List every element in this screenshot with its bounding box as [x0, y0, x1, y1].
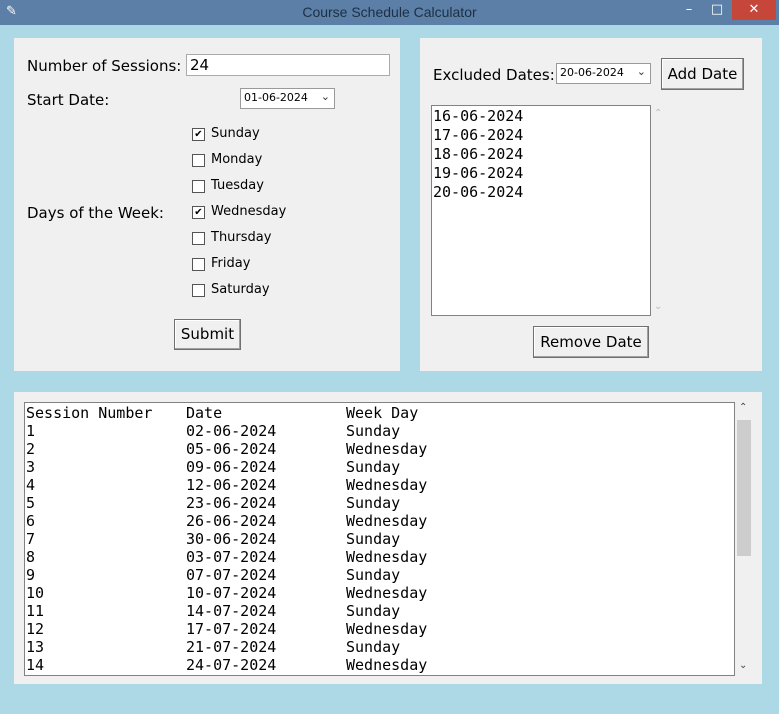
- session-number-cell: 14: [26, 656, 45, 674]
- excluded-dates-items: 16-06-2024 17-06-2024 18-06-2024 19-06-2024…: [433, 107, 649, 202]
- day-label: Saturday: [211, 282, 270, 297]
- excluded-date-item[interactable]: 17-06-2024: [433, 126, 649, 145]
- scroll-down-icon[interactable]: ⌄: [654, 301, 662, 312]
- week-day-cell: Sunday: [346, 530, 401, 548]
- close-button[interactable]: ✕: [732, 0, 776, 20]
- week-day-cell: Sunday: [346, 422, 401, 440]
- day-label: Wednesday: [211, 204, 287, 219]
- date-cell: 24-07-2024: [186, 656, 277, 674]
- day-label: Friday: [211, 256, 251, 271]
- header-date: Date: [186, 404, 223, 422]
- session-number-cell: 8: [26, 548, 36, 566]
- maximize-button[interactable]: □: [704, 0, 730, 20]
- session-number-cell: 10: [26, 584, 45, 602]
- submit-button[interactable]: Submit: [174, 319, 241, 350]
- checkbox-icon[interactable]: ✔: [192, 128, 205, 141]
- week-day-cell: Wednesday: [346, 548, 428, 566]
- checkbox-icon[interactable]: [192, 180, 205, 193]
- excluded-date-item[interactable]: 18-06-2024: [433, 145, 649, 164]
- chevron-down-icon: ⌄: [320, 90, 330, 103]
- checkbox-icon[interactable]: [192, 258, 205, 271]
- checkbox-icon[interactable]: [192, 154, 205, 167]
- chevron-down-icon: ⌄: [636, 65, 646, 78]
- date-cell: 05-06-2024: [186, 440, 277, 458]
- day-label: Thursday: [211, 230, 272, 245]
- remove-date-button[interactable]: Remove Date: [533, 326, 649, 358]
- sessions-label: Number of Sessions:: [27, 57, 182, 75]
- results-list[interactable]: Session Number Date Week Day 1 02-06-2024…: [24, 402, 735, 676]
- excluded-dates-list[interactable]: 16-06-2024 17-06-2024 18-06-2024 19-06-2024…: [431, 105, 651, 316]
- days-label: Days of the Week:: [27, 204, 164, 222]
- date-cell: 14-07-2024: [186, 602, 277, 620]
- week-day-cell: Sunday: [346, 638, 401, 656]
- checkbox-icon[interactable]: ✔: [192, 206, 205, 219]
- week-day-cell: Wednesday: [346, 512, 428, 530]
- date-cell: 17-07-2024: [186, 620, 277, 638]
- session-number-cell: 3: [26, 458, 36, 476]
- week-day-cell: Wednesday: [346, 476, 428, 494]
- week-day-cell: Sunday: [346, 458, 401, 476]
- date-cell: 21-07-2024: [186, 638, 277, 656]
- session-number-cell: 12: [26, 620, 45, 638]
- excluded-date-picker[interactable]: 20-06-2024 ⌄: [556, 63, 651, 84]
- header-session-number: Session Number: [26, 404, 153, 422]
- date-cell: 12-06-2024: [186, 476, 277, 494]
- checkbox-icon[interactable]: [192, 284, 205, 297]
- week-day-cell: Wednesday: [346, 656, 428, 674]
- week-day-cell: Sunday: [346, 494, 401, 512]
- minimize-button[interactable]: –: [676, 0, 702, 20]
- date-cell: 10-07-2024: [186, 584, 277, 602]
- date-cell: 03-07-2024: [186, 548, 277, 566]
- week-day-cell: Wednesday: [346, 584, 428, 602]
- date-cell: 30-06-2024: [186, 530, 277, 548]
- week-day-cell: Sunday: [346, 566, 401, 584]
- scroll-up-icon[interactable]: ⌃: [654, 108, 662, 119]
- session-number-cell: 13: [26, 638, 45, 656]
- session-number-cell: 11: [26, 602, 45, 620]
- excluded-dates-panel: Excluded Dates: 20-06-2024 ⌄ Add Date 16…: [420, 38, 762, 371]
- date-cell: 07-07-2024: [186, 566, 277, 584]
- header-week-day: Week Day: [346, 404, 419, 422]
- date-cell: 02-06-2024: [186, 422, 277, 440]
- week-day-cell: Wednesday: [346, 620, 428, 638]
- session-number-cell: 1: [26, 422, 36, 440]
- session-number-cell: 7: [26, 530, 36, 548]
- scroll-up-icon[interactable]: ⌃: [739, 402, 747, 413]
- window-title: Course Schedule Calculator: [302, 4, 477, 20]
- title-bar: ✎ Course Schedule Calculator – □ ✕: [0, 0, 779, 25]
- session-number-cell: 6: [26, 512, 36, 530]
- start-date-label: Start Date:: [27, 91, 110, 109]
- start-date-value: 01-06-2024: [244, 91, 308, 104]
- start-date-picker[interactable]: 01-06-2024 ⌄: [240, 88, 335, 109]
- date-cell: 26-06-2024: [186, 512, 277, 530]
- scroll-down-icon[interactable]: ⌄: [739, 660, 747, 671]
- week-day-cell: Sunday: [346, 602, 401, 620]
- date-cell: 09-06-2024: [186, 458, 277, 476]
- day-label: Sunday: [211, 126, 260, 141]
- results-scrollbar[interactable]: ⌃ ⌄: [735, 402, 753, 676]
- session-number-cell: 2: [26, 440, 36, 458]
- day-label: Tuesday: [211, 178, 264, 193]
- schedule-form-panel: Number of Sessions: 24 Start Date: 01-06…: [14, 38, 400, 371]
- sessions-input[interactable]: 24: [186, 54, 390, 76]
- excluded-date-item[interactable]: 16-06-2024: [433, 107, 649, 126]
- date-cell: 23-06-2024: [186, 494, 277, 512]
- excluded-date-item[interactable]: 19-06-2024: [433, 164, 649, 183]
- scrollbar-thumb[interactable]: [737, 420, 751, 556]
- excluded-date-item[interactable]: 20-06-2024: [433, 183, 649, 202]
- day-label: Monday: [211, 152, 263, 167]
- excluded-date-value: 20-06-2024: [560, 66, 624, 79]
- session-number-cell: 5: [26, 494, 36, 512]
- add-date-button[interactable]: Add Date: [661, 58, 744, 90]
- session-number-cell: 9: [26, 566, 36, 584]
- checkbox-icon[interactable]: [192, 232, 205, 245]
- excluded-dates-label: Excluded Dates:: [433, 66, 555, 84]
- results-panel: Session Number Date Week Day 1 02-06-2024…: [14, 392, 762, 684]
- session-number-cell: 4: [26, 476, 36, 494]
- week-day-cell: Wednesday: [346, 440, 428, 458]
